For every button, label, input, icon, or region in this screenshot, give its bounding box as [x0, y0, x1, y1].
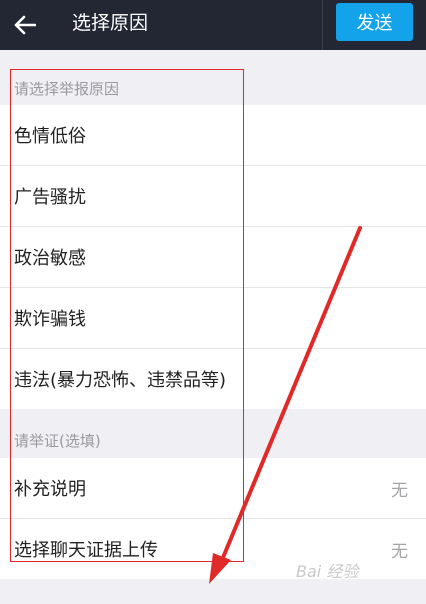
- reason-item-political[interactable]: 政治敏感: [0, 227, 426, 288]
- upload-chat-evidence-row[interactable]: 选择聊天证据上传 无: [0, 519, 426, 579]
- watermark: Bai 经验: [296, 562, 359, 581]
- reason-item-ads[interactable]: 广告骚扰: [0, 166, 426, 227]
- back-button[interactable]: [0, 0, 50, 50]
- row-value: 无: [391, 541, 408, 562]
- reason-item-fraud[interactable]: 欺诈骗钱: [0, 288, 426, 349]
- toolbar-divider: [322, 0, 323, 50]
- reason-item-illegal[interactable]: 违法(暴力恐怖、违禁品等): [0, 349, 426, 409]
- supplement-description-row[interactable]: 补充说明 无: [0, 458, 426, 519]
- evidence-section-label: 请举证(选填): [14, 432, 101, 450]
- row-value: 无: [391, 480, 408, 501]
- reason-item-label: 欺诈骗钱: [14, 309, 86, 330]
- reason-section-label: 请选择举报原因: [14, 80, 120, 98]
- reason-item-label: 违法(暴力恐怖、违禁品等): [14, 370, 227, 391]
- evidence-list: 补充说明 无 选择聊天证据上传 无: [0, 458, 426, 579]
- page-title: 选择原因: [72, 12, 149, 34]
- reason-item-label: 政治敏感: [14, 248, 86, 269]
- back-arrow-icon: [14, 15, 36, 35]
- reason-item-label: 广告骚扰: [14, 187, 86, 208]
- reason-list: 色情低俗 广告骚扰 政治敏感 欺诈骗钱 违法(暴力恐怖、违禁品等): [0, 105, 426, 409]
- row-label: 补充说明: [14, 479, 86, 500]
- top-bar: 选择原因 发送: [0, 0, 426, 50]
- row-label: 选择聊天证据上传: [14, 540, 158, 561]
- reason-item-label: 色情低俗: [14, 126, 86, 147]
- send-button[interactable]: 发送: [336, 3, 413, 41]
- reason-item-porn[interactable]: 色情低俗: [0, 105, 426, 166]
